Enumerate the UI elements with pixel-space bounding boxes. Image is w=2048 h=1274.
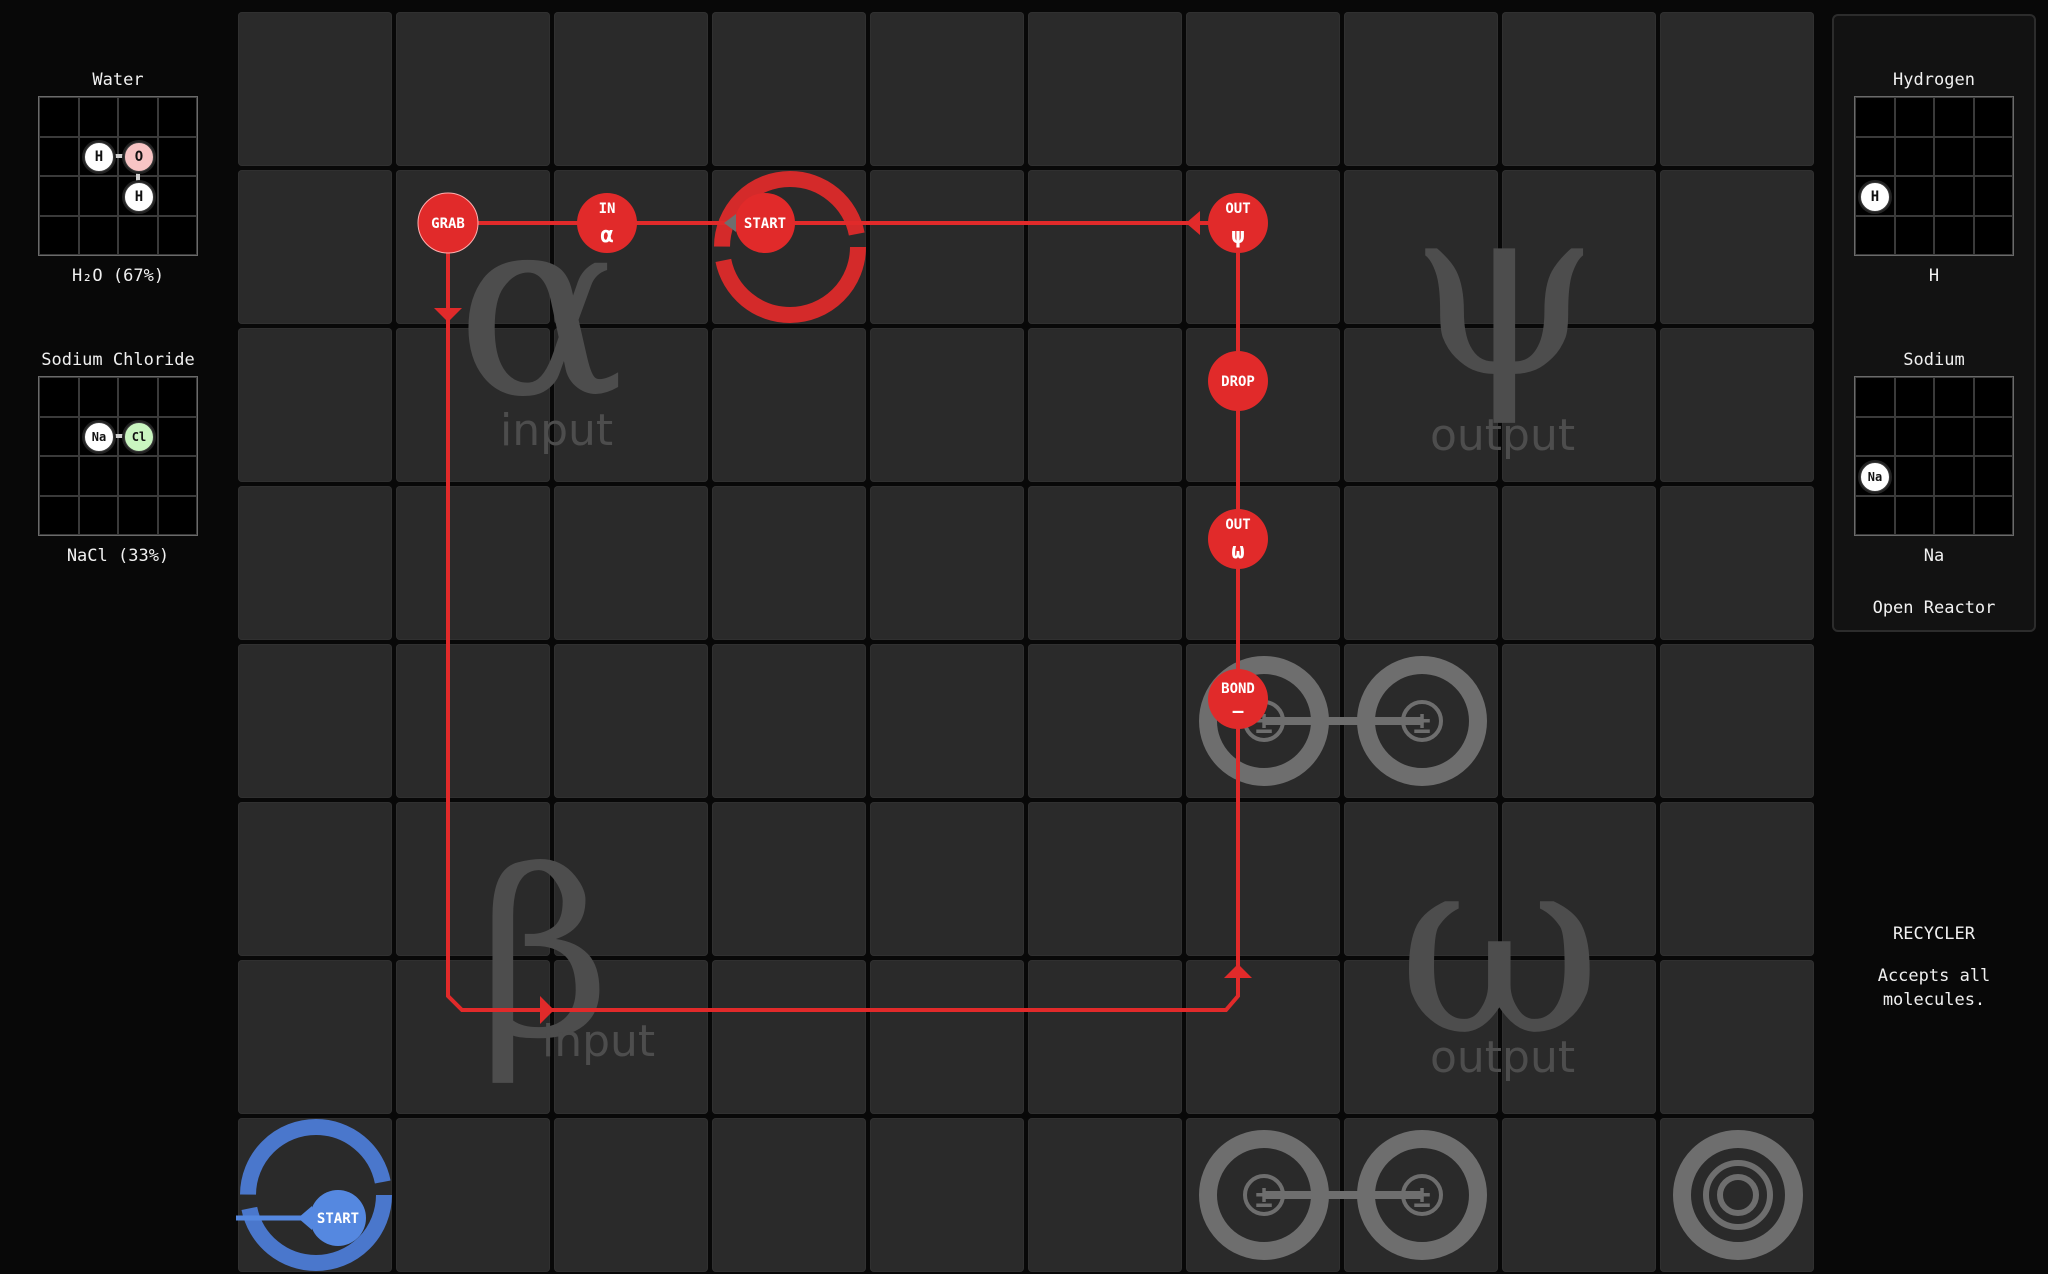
instruction-label: START	[317, 1211, 359, 1227]
instruction-label: OUT	[1225, 517, 1250, 533]
output-title: Hydrogen	[1893, 70, 1975, 90]
recycler-info: RECYCLER Accepts all molecules.	[1852, 924, 2016, 1012]
output-formula: Na	[1923, 546, 1945, 566]
red-path-arrows	[434, 211, 1252, 1024]
bonder-symbol: ±	[1255, 1180, 1273, 1215]
recycler-desc-line: Accepts all	[1877, 966, 1991, 986]
red-waldo[interactable]	[714, 171, 866, 323]
instruction-label: OUT	[1225, 201, 1250, 217]
molecule-preview-grid: H	[1854, 96, 2014, 256]
instruction-label: START	[744, 216, 786, 232]
sensor-machine[interactable]	[1673, 1130, 1803, 1260]
reactor-type-label: Open Reactor	[1872, 598, 1996, 618]
instruction-sub: ω	[1231, 539, 1244, 564]
recycler-title: RECYCLER	[1893, 924, 1975, 944]
bonder-pair[interactable]	[1199, 1130, 1487, 1260]
instruction-sub: α	[600, 223, 613, 248]
reactor-overlay: ± ± ± ± GRAB IN α START OUT ψ DROP OUT ω…	[236, 171, 1803, 1271]
instruction-sub: ψ	[1231, 224, 1244, 249]
red-path	[446, 221, 1240, 1012]
blue-waldo[interactable]	[236, 1119, 392, 1271]
instruction-label: BOND	[1221, 681, 1255, 697]
output-hydrogen: Hydrogen H H	[1852, 68, 2016, 286]
instruction-label: GRAB	[431, 216, 465, 232]
instruction-sub: —	[1233, 701, 1244, 722]
instruction-label: IN	[599, 201, 616, 217]
atom-sodium: Na	[1860, 462, 1890, 492]
molecule-preview-grid: Na	[1854, 376, 2014, 536]
atom-hydrogen: H	[1860, 182, 1890, 212]
output-title: Sodium	[1903, 350, 1965, 370]
bonder-symbol: ±	[1413, 1180, 1431, 1215]
output-formula: H	[1928, 266, 1940, 286]
instruction-label: DROP	[1221, 374, 1255, 390]
recycler-desc-line: molecules.	[1882, 990, 1986, 1010]
bonder-symbol: ±	[1413, 706, 1431, 741]
output-sodium: Sodium Na Na	[1852, 348, 2016, 566]
